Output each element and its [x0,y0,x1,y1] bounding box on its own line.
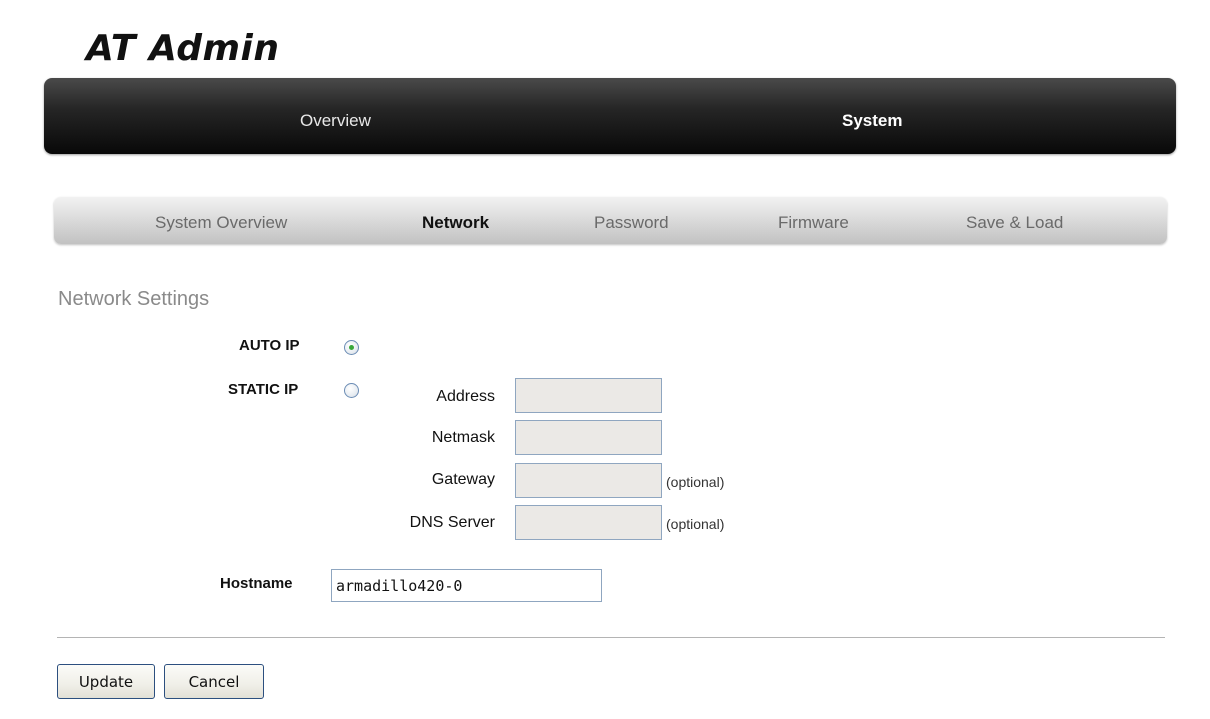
tab-overview[interactable]: Overview [300,78,371,154]
address-label: Address [436,388,495,405]
section-title: Network Settings [58,288,210,310]
app-logo: AT Admin [86,28,280,69]
address-field[interactable] [515,378,662,413]
auto-ip-radio[interactable] [344,340,359,355]
hostname-label: Hostname [220,575,293,592]
subtab-network[interactable]: Network [422,197,489,244]
divider [57,637,1165,638]
netmask-label: Netmask [431,429,495,446]
netmask-field[interactable] [515,420,662,455]
dns-server-field[interactable] [515,505,662,540]
dns-server-label: DNS Server [409,514,495,531]
hostname-input[interactable] [331,569,602,602]
auto-ip-label: AUTO IP [239,337,300,354]
update-button[interactable]: Update [57,664,155,699]
main-nav-bar: Overview System [44,78,1176,154]
subtab-firmware[interactable]: Firmware [778,197,849,244]
cancel-button[interactable]: Cancel [164,664,264,699]
static-ip-radio[interactable] [344,383,359,398]
radio-selected-dot [349,345,354,350]
subtab-system-overview[interactable]: System Overview [155,197,287,244]
subtab-password[interactable]: Password [594,197,669,244]
sub-nav-bar: System Overview Network Password Firmwar… [54,197,1167,244]
gateway-optional-note: (optional) [666,474,725,490]
static-ip-label: STATIC IP [228,381,299,398]
tab-system[interactable]: System [842,78,902,154]
gateway-label: Gateway [431,471,495,488]
dns-optional-note: (optional) [666,516,725,532]
subtab-save-load[interactable]: Save & Load [966,197,1063,244]
gateway-field[interactable] [515,463,662,498]
